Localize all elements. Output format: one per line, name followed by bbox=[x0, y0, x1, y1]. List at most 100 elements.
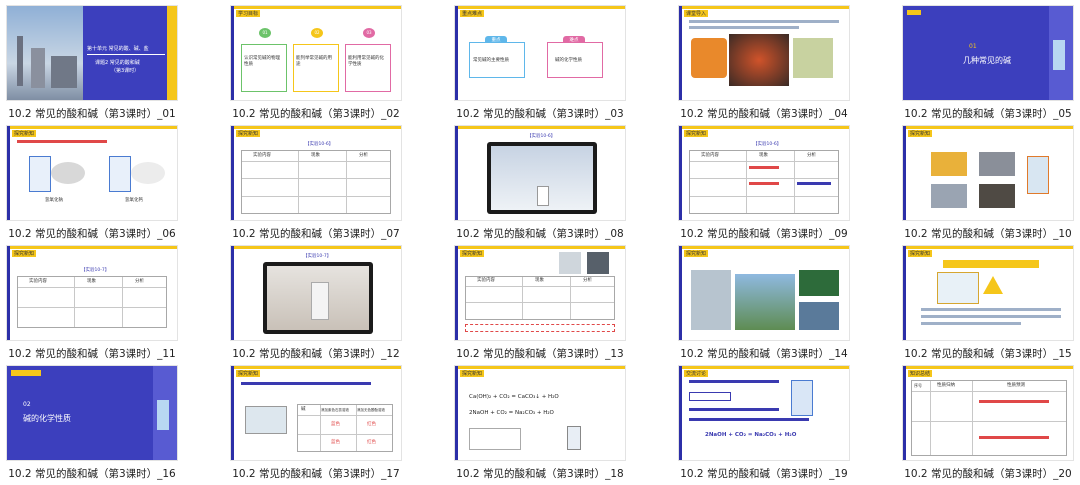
slide-caption: 10.2 常见的酸和碱（第3课时）_01 bbox=[8, 108, 176, 120]
col-content: 实验内容 bbox=[29, 279, 47, 284]
slide-heading: 探究新知 bbox=[12, 130, 37, 137]
col-analysis: 分析 bbox=[359, 153, 368, 158]
slide-thumbnail[interactable]: 【实验10-6】 10.2 常见的酸和碱（第3课时）_08 bbox=[454, 125, 626, 245]
slide-thumbnail[interactable]: 第十单元 常见的酸、碱、盐 课题2 常见的酸和碱 （第3课时） 10.2 常见的… bbox=[6, 5, 178, 125]
field-photo bbox=[793, 38, 833, 78]
slide-heading: 探究新知 bbox=[460, 250, 485, 257]
cell-r3: 蓝色 bbox=[331, 440, 340, 445]
slide-heading: 探究新知 bbox=[236, 370, 261, 377]
slide-caption: 10.2 常见的酸和碱（第3课时）_10 bbox=[904, 228, 1072, 240]
slide-caption: 10.2 常见的酸和碱（第3课时）_06 bbox=[8, 228, 176, 240]
slide-thumbnail[interactable]: 交流讨论 2NaOH + CO₂ = Na₂CO₃ + H₂O 10.2 常见的… bbox=[678, 365, 850, 485]
slide-heading: 探究新知 bbox=[236, 130, 261, 137]
slide-caption: 10.2 常见的酸和碱（第3课时）_17 bbox=[232, 468, 400, 480]
slide-preview: 探究新知 bbox=[902, 125, 1074, 221]
slide-heading: 知识总结 bbox=[908, 370, 933, 377]
slide-preview: 探究新知 【实验10-6】 实验内容 现象 分析 bbox=[678, 125, 850, 221]
slide-thumbnail[interactable]: 探究新知 氢氧化钠 氢氧化钙 10.2 常见的酸和碱（第3课时）_06 bbox=[6, 125, 178, 245]
slide-preview: 探究新知 氢氧化钠 氢氧化钙 bbox=[6, 125, 178, 221]
fire-photo bbox=[729, 34, 789, 86]
slide-caption: 10.2 常见的酸和碱（第3课时）_07 bbox=[232, 228, 400, 240]
slide-preview: 探究新知 Ca(OH)₂ + CO₂ = CaCO₃↓ + H₂O 2NaOH … bbox=[454, 365, 626, 461]
slide-thumbnail[interactable]: 探究新知 10.2 常见的酸和碱（第3课时）_10 bbox=[902, 125, 1074, 245]
slide-thumbnail[interactable]: 探究新知 10.2 常见的酸和碱（第3课时）_14 bbox=[678, 245, 850, 365]
col-content: 实验内容 bbox=[477, 278, 495, 283]
slide-caption: 10.2 常见的酸和碱（第3课时）_08 bbox=[456, 228, 624, 240]
section-title: 碱的化学性质 bbox=[23, 414, 71, 423]
section-number: 01 bbox=[969, 43, 977, 50]
slide-heading: 探究新知 bbox=[908, 130, 933, 137]
equation: 2NaOH + CO₂ = Na₂CO₃ + H₂O bbox=[705, 432, 797, 438]
slide-thumbnail[interactable]: 知识总结 序号 性质归纳 性质预测 10.2 常见的酸和碱（第3课时）_20 bbox=[902, 365, 1074, 485]
slide-caption: 10.2 常见的酸和碱（第3课时）_03 bbox=[456, 108, 624, 120]
slide-thumbnail[interactable]: 01 几种常见的碱 10.2 常见的酸和碱（第3课时）_05 bbox=[902, 5, 1074, 125]
slide-thumbnail[interactable]: 探究新知 10.2 常见的酸和碱（第3课时）_15 bbox=[902, 245, 1074, 365]
experiment-tag: 【实验10-6】 bbox=[527, 134, 556, 139]
experiment-tag: 【实验10-6】 bbox=[305, 142, 334, 147]
label-naoh: 氢氧化钠 bbox=[45, 198, 63, 203]
slide-thumbnail[interactable]: 【实验10-7】 10.2 常见的酸和碱（第3课时）_12 bbox=[230, 245, 402, 365]
slide-thumbnail[interactable]: 探究新知 Ca(OH)₂ + CO₂ = CaCO₃↓ + H₂O 2NaOH … bbox=[454, 365, 626, 485]
badge-03: 03 bbox=[363, 28, 375, 38]
slide-preview: 探究新知 【实验10-6】 实验内容 现象 分析 bbox=[230, 125, 402, 221]
section-number: 02 bbox=[23, 401, 31, 408]
slide-preview: 课堂导入 bbox=[678, 5, 850, 101]
slide-caption: 10.2 常见的酸和碱（第3课时）_16 bbox=[8, 468, 176, 480]
slide-thumbnail[interactable]: 02 碱的化学性质 10.2 常见的酸和碱（第3课时）_16 bbox=[6, 365, 178, 485]
slide-title: 第十单元 常见的酸、碱、盐 bbox=[87, 46, 149, 52]
slide-caption: 10.2 常见的酸和碱（第3课时）_09 bbox=[680, 228, 848, 240]
slide-preview: 【实验10-6】 bbox=[454, 125, 626, 221]
col-content: 实验内容 bbox=[701, 153, 719, 158]
warning-icon bbox=[983, 276, 1003, 294]
slide-caption: 10.2 常见的酸和碱（第3课时）_19 bbox=[680, 468, 848, 480]
equation-1: Ca(OH)₂ + CO₂ = CaCO₃↓ + H₂O bbox=[469, 394, 559, 400]
summary-table bbox=[911, 380, 1067, 456]
col-property: 性质归纳 bbox=[937, 383, 955, 388]
slide-thumbnail[interactable]: 探究新知 【实验10-6】 实验内容 现象 分析 10.2 常见的酸和碱（第3课… bbox=[230, 125, 402, 245]
col-phenomenon: 现象 bbox=[759, 153, 768, 158]
slide-thumbnail[interactable]: 学习目标 01 02 03 认识常见碱的物理性质 能列举常见碱的用途 能利用常见… bbox=[230, 5, 402, 125]
slide-preview: 知识总结 序号 性质归纳 性质预测 bbox=[902, 365, 1074, 461]
slide-caption: 10.2 常见的酸和碱（第3课时）_04 bbox=[680, 108, 848, 120]
col-prediction: 性质预测 bbox=[1007, 383, 1025, 388]
col-index: 序号 bbox=[914, 383, 922, 388]
col-analysis: 分析 bbox=[583, 278, 592, 283]
slide-preview: 02 碱的化学性质 bbox=[6, 365, 178, 461]
slide-preview: 学习目标 01 02 03 认识常见碱的物理性质 能列举常见碱的用途 能利用常见… bbox=[230, 5, 402, 101]
slide-preview: 第十单元 常见的酸、碱、盐 课题2 常见的酸和碱 （第3课时） bbox=[6, 5, 178, 101]
slide-heading: 课堂导入 bbox=[684, 10, 709, 17]
equation-2: 2NaOH + CO₂ = Na₂CO₃ + H₂O bbox=[469, 410, 554, 416]
slide-thumbnail[interactable]: 课堂导入 10.2 常见的酸和碱（第3课时）_04 bbox=[678, 5, 850, 125]
slide-heading: 探究新知 bbox=[908, 250, 933, 257]
slide-thumbnail[interactable]: 探究新知 【实验10-6】 实验内容 现象 分析 10.2 常见的酸和碱（第3课… bbox=[678, 125, 850, 245]
slide-subtitle-2: （第3课时） bbox=[111, 68, 140, 74]
slide-caption: 10.2 常见的酸和碱（第3课时）_13 bbox=[456, 348, 624, 360]
slide-heading: 交流讨论 bbox=[684, 370, 709, 377]
col-phenomenon: 现象 bbox=[535, 278, 544, 283]
slide-subtitle: 课题2 常见的酸和碱 bbox=[95, 60, 140, 66]
col-content: 实验内容 bbox=[253, 153, 271, 158]
slide-thumbnail[interactable]: 探究新知 实验内容 现象 分析 10.2 常见的酸和碱（第3课时）_13 bbox=[454, 245, 626, 365]
badge-01: 01 bbox=[259, 28, 271, 38]
slide-heading: 重点难点 bbox=[460, 10, 485, 17]
slide-preview: 01 几种常见的碱 bbox=[902, 5, 1074, 101]
video-frame[interactable] bbox=[487, 142, 597, 214]
slide-heading: 探究新知 bbox=[684, 250, 709, 257]
slide-preview: 探究新知 bbox=[902, 245, 1074, 341]
badge-02: 02 bbox=[311, 28, 323, 38]
key-text: 常见碱的主要性质 bbox=[473, 58, 509, 63]
slide-preview: 探究新知 碱 滴加紫色石蕊溶液 滴加无色酚酞溶液 蓝色 红色 蓝色 红色 bbox=[230, 365, 402, 461]
slide-thumbnail[interactable]: 探究新知 【实验10-7】 实验内容 现象 分析 10.2 常见的酸和碱（第3课… bbox=[6, 245, 178, 365]
experiment-tag: 【实验10-7】 bbox=[81, 268, 110, 273]
slide-caption: 10.2 常见的酸和碱（第3课时）_11 bbox=[8, 348, 176, 360]
video-frame[interactable] bbox=[263, 262, 373, 334]
col-phenol: 滴加无色酚酞溶液 bbox=[357, 408, 385, 412]
slide-thumbnail[interactable]: 重点难点 重点 难点 常见碱的主要性质 碱的化学性质 10.2 常见的酸和碱（第… bbox=[454, 5, 626, 125]
slide-preview: 【实验10-7】 bbox=[230, 245, 402, 341]
experiment-table bbox=[241, 150, 391, 214]
cell-r2: 红色 bbox=[367, 422, 376, 427]
slide-heading: 探究新知 bbox=[12, 250, 37, 257]
cell-r1: 蓝色 bbox=[331, 422, 340, 427]
slide-thumbnail[interactable]: 探究新知 碱 滴加紫色石蕊溶液 滴加无色酚酞溶液 蓝色 红色 蓝色 红色 10.… bbox=[230, 365, 402, 485]
orange-photo bbox=[691, 38, 727, 78]
